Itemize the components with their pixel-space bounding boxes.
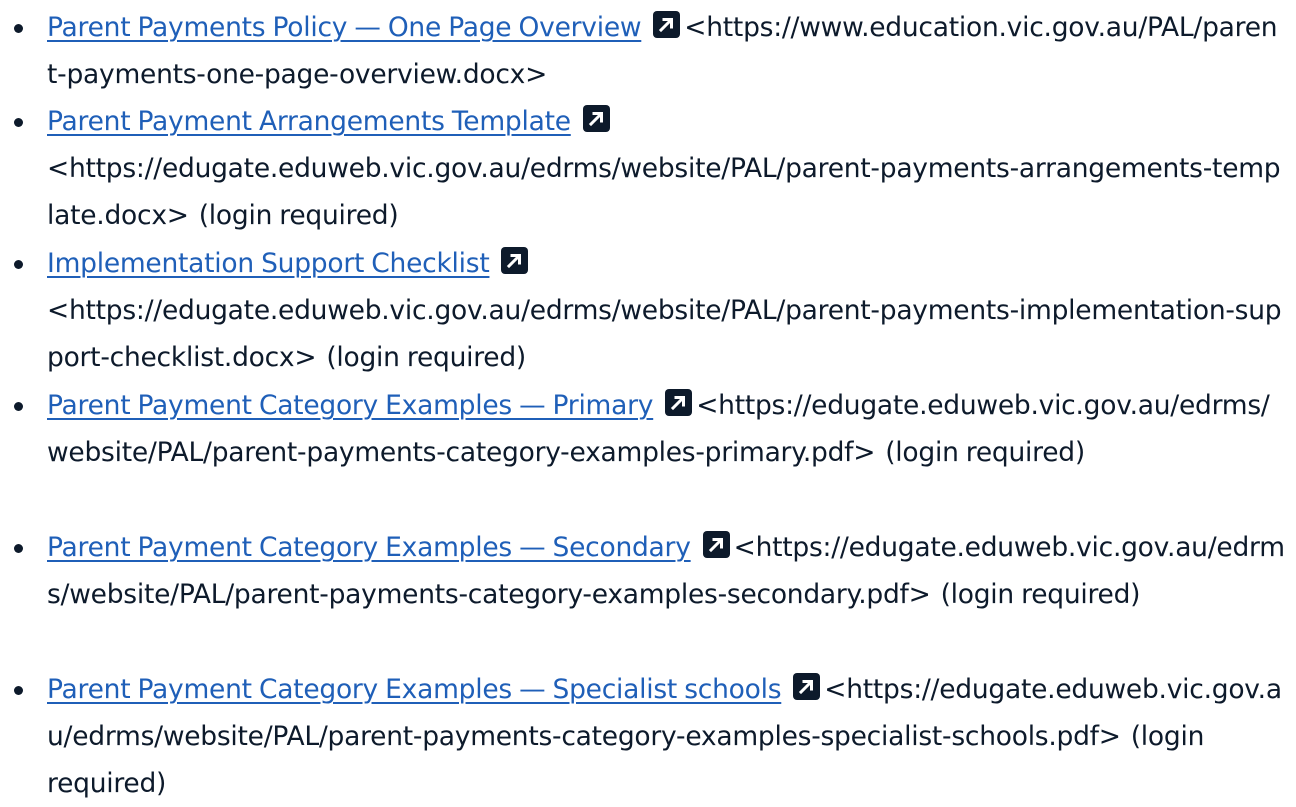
resource-link[interactable]: Parent Payment Category Examples — Prima…: [47, 390, 653, 421]
resource-link[interactable]: Parent Payments Policy — One Page Overvi…: [47, 12, 642, 43]
resource-link[interactable]: Parent Payment Arrangements Template: [47, 106, 571, 137]
list-item: Parent Payments Policy — One Page Overvi…: [14, 4, 1287, 98]
list-item: Parent Payment Category Examples — Prima…: [14, 382, 1287, 476]
login-note: (login required): [198, 200, 399, 231]
external-link-icon[interactable]: [501, 247, 529, 274]
login-note: (login required): [885, 437, 1085, 468]
list-item: Parent Payment Arrangements Template <htt…: [14, 98, 1287, 239]
bullet-point: [14, 24, 23, 33]
list-item: Parent Payment Category Examples — Secon…: [14, 524, 1287, 618]
external-link-icon[interactable]: [653, 11, 681, 38]
resource-link[interactable]: Parent Payment Category Examples — Secon…: [47, 532, 691, 563]
external-link-icon[interactable]: [702, 531, 730, 558]
list-item: Parent Payment Category Examples — Speci…: [14, 666, 1287, 807]
login-note: (login required): [326, 342, 527, 373]
list-item: Implementation Support Checklist <https:/…: [14, 240, 1287, 381]
bullet-point: [14, 402, 23, 411]
bullet-point: [14, 118, 23, 127]
resource-link[interactable]: Implementation Support Checklist: [47, 248, 490, 279]
login-note: (login required): [940, 579, 1141, 610]
external-link-icon[interactable]: [793, 673, 821, 700]
external-link-icon[interactable]: [665, 389, 693, 416]
bullet-point: [14, 544, 23, 553]
resource-url: <https://edugate.eduweb.vic.gov.au/edrms…: [47, 295, 1282, 373]
bullet-point: [14, 686, 23, 695]
external-link-icon[interactable]: [582, 105, 610, 132]
bullet-point: [14, 260, 23, 269]
resource-link[interactable]: Parent Payment Category Examples — Speci…: [47, 674, 782, 705]
